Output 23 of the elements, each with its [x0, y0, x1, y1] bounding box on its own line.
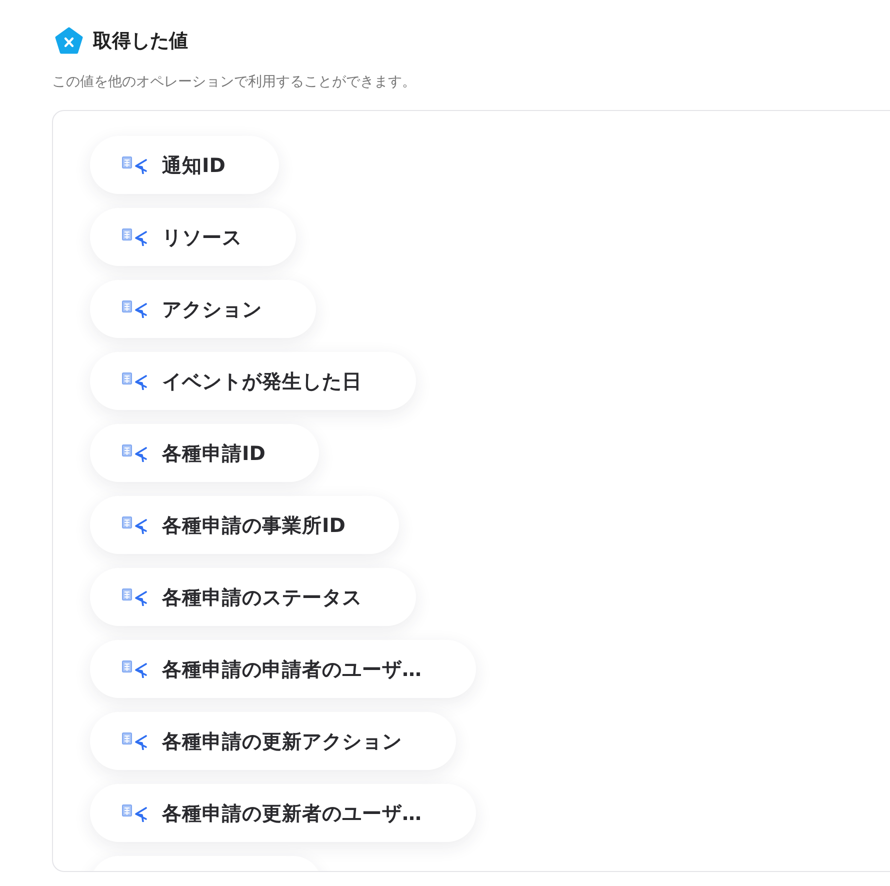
section-description: この値を他のオペレーションで利用することができます。 — [52, 73, 416, 91]
variable-chip[interactable]: 通知ID — [90, 136, 280, 194]
grid-arrow-icon — [122, 732, 147, 750]
grid-arrow-icon — [122, 588, 147, 606]
grid-arrow-icon — [122, 516, 147, 534]
grid-arrow-icon — [122, 228, 147, 246]
grid-arrow-icon — [122, 372, 147, 390]
variable-chip[interactable]: 各種申請のステータス — [90, 568, 416, 626]
variable-chip[interactable]: リソース — [90, 208, 296, 266]
grid-arrow-icon — [122, 660, 147, 678]
variable-chip[interactable]: 各種申請の申請者のユーザ… — [90, 640, 476, 698]
grid-arrow-icon — [122, 156, 147, 174]
variable-chip[interactable]: アクション — [90, 280, 316, 338]
section-title: 取得した値 — [93, 29, 188, 54]
variable-chip[interactable]: 各種申請の更新アクション — [90, 712, 456, 770]
variable-chip[interactable]: 各種申請ID — [90, 424, 320, 482]
variable-chip[interactable]: 各種申請の事業所ID — [90, 496, 400, 554]
variable-chip[interactable]: イベントが発生した日 — [90, 352, 416, 410]
grid-arrow-icon — [122, 300, 147, 318]
x-badge-icon — [55, 27, 83, 55]
grid-arrow-icon — [122, 444, 147, 462]
grid-arrow-icon — [122, 804, 147, 822]
variable-chip[interactable]: 各種申請の更新者のユーザ… — [90, 784, 476, 842]
